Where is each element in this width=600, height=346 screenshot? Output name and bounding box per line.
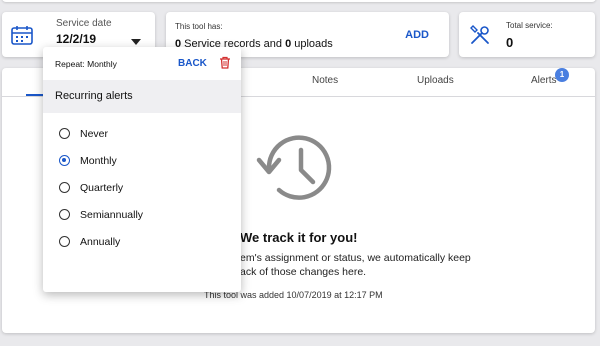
empty-state-text-line1: em's assignment or status, we automatica… xyxy=(240,252,471,264)
option-label: Quarterly xyxy=(80,182,124,194)
radio-annually[interactable] xyxy=(59,236,70,247)
recurring-alerts-header: Recurring alerts xyxy=(43,80,241,113)
radio-monthly[interactable] xyxy=(59,155,70,166)
repeat-label: Repeat: Monthly xyxy=(55,59,117,69)
tool-summary-label: This tool has: xyxy=(175,22,223,31)
recurring-alerts-popup: Repeat: Monthly BACK Recurring alerts Ne… xyxy=(43,47,241,292)
top-card-edge xyxy=(2,0,596,2)
service-date-label: Service date xyxy=(56,18,112,29)
radio-semiannually[interactable] xyxy=(59,209,70,220)
tools-icon xyxy=(470,25,489,44)
empty-state-text-line2: ack of those changes here. xyxy=(240,266,367,278)
total-service-value: 0 xyxy=(506,35,514,50)
option-label: Annually xyxy=(80,236,121,248)
history-icon xyxy=(256,135,332,200)
tab-alerts[interactable]: Alerts xyxy=(531,75,557,86)
service-date-value: 12/2/19 xyxy=(56,32,97,46)
empty-state-title: We track it for you! xyxy=(240,230,358,245)
tab-uploads[interactable]: Uploads xyxy=(417,75,454,86)
radio-never[interactable] xyxy=(59,128,70,139)
add-button[interactable]: ADD xyxy=(405,29,429,41)
total-service-label: Total service: xyxy=(506,21,553,30)
back-button[interactable]: BACK xyxy=(178,58,207,69)
radio-quarterly[interactable] xyxy=(59,182,70,193)
total-service-card: Total service: 0 xyxy=(459,12,595,57)
tab-notes[interactable]: Notes xyxy=(312,75,338,86)
recurring-alerts-title: Recurring alerts xyxy=(55,90,133,102)
calendar-icon xyxy=(11,26,33,45)
uploads-text: uploads xyxy=(291,38,333,50)
option-label: Semiannually xyxy=(80,209,144,221)
chevron-down-icon[interactable] xyxy=(131,39,141,45)
option-label: Monthly xyxy=(80,155,117,167)
trash-icon[interactable] xyxy=(219,56,231,69)
option-label: Never xyxy=(80,128,109,140)
alerts-count-badge: 1 xyxy=(555,68,569,82)
